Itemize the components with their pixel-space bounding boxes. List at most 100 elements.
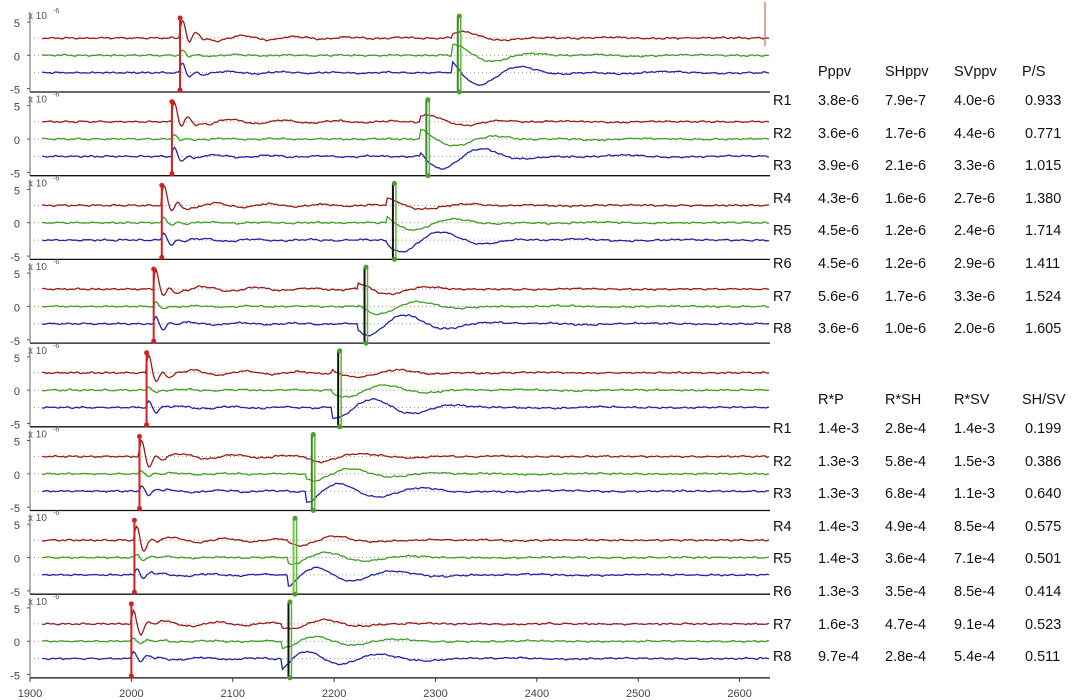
trace-red — [42, 19, 770, 44]
p-arrival-top-dot — [131, 517, 137, 523]
s-arrival-bottom-dot — [363, 340, 369, 346]
y-tick-label: -5 — [10, 503, 20, 515]
s-arrival-top-dot — [292, 515, 298, 521]
s-arrival-bottom-dot — [425, 173, 431, 179]
y-exponent-label: x 10 — [28, 430, 47, 441]
trace-blue — [42, 650, 770, 671]
y-tick-label: 5 — [14, 185, 20, 197]
trace-blue — [42, 398, 770, 420]
trace-green — [41, 635, 770, 649]
ratio-cell: 1.3e-3 — [818, 453, 860, 470]
x-tick-label: 2600 — [727, 688, 751, 700]
ratio-cell: 1.4e-3 — [954, 421, 996, 437]
ppv-cell: 1.380 — [1025, 190, 1062, 207]
p-arrival-top-dot — [144, 350, 150, 356]
p-arrival-bottom-dot — [151, 338, 157, 344]
trace-red — [42, 438, 770, 468]
ppv-table-header: Pppv SHppv SVppv P/S — [770, 64, 1090, 88]
ppv-row-label: R4 — [773, 190, 792, 207]
ppv-cell: 1.6e-6 — [885, 190, 927, 207]
p-arrival-bottom-dot — [131, 589, 137, 595]
ratio-row: R1 1.4e-3 2.8e-4 1.4e-3 0.199 — [770, 421, 1090, 445]
y-tick-label: -5 — [10, 252, 20, 264]
ppv-cell: 4.4e-6 — [954, 125, 996, 142]
ppv-header-svppv: SVppv — [954, 64, 997, 80]
trace-blue — [42, 231, 770, 253]
s-arrival-bottom-dot — [337, 424, 343, 430]
y-tick-label: 5 — [14, 353, 20, 365]
x-tick-label: 2400 — [525, 688, 549, 700]
ratio-header-rsv: R*SV — [954, 392, 990, 408]
ppv-row: R8 3.6e-6 1.0e-6 2.0e-6 1.605 — [770, 321, 1090, 345]
ppv-row-label: R7 — [773, 288, 792, 305]
ratio-cell: 1.1e-3 — [954, 486, 996, 503]
ratio-cell: 7.1e-4 — [954, 551, 996, 568]
y-exponent: -6 — [53, 427, 59, 434]
ppv-cell: 1.714 — [1025, 223, 1062, 240]
ratio-cell: 0.414 — [1025, 584, 1062, 600]
y-tick-label: -5 — [10, 168, 20, 180]
ppv-cell: 4.3e-6 — [818, 190, 860, 207]
ratio-cell: 8.5e-4 — [954, 518, 996, 535]
ppv-row: R7 5.6e-6 1.7e-6 3.3e-6 1.524 — [770, 289, 1090, 313]
ratio-cell: 0.386 — [1025, 453, 1062, 470]
y-exponent: -6 — [53, 259, 59, 266]
ppv-cell: 2.0e-6 — [954, 321, 996, 338]
y-tick-label: 0 — [14, 637, 20, 649]
p-arrival-bottom-dot — [169, 171, 175, 177]
ppv-cell: 4.5e-6 — [818, 256, 860, 272]
y-tick-label: 0 — [14, 51, 20, 63]
ratio-cell: 1.4e-3 — [818, 551, 860, 568]
panel-R6: x 10 -6 5 0 -5 — [10, 427, 770, 515]
p-arrival-bottom-dot — [177, 87, 183, 93]
panel-R8: x 10 -6 5 0 -5 — [10, 594, 770, 683]
s-arrival-bottom-dot — [391, 256, 397, 262]
ratio-row-label: R5 — [773, 551, 792, 568]
trace-green — [41, 215, 770, 231]
ppv-cell: 1.524 — [1025, 288, 1062, 305]
y-tick-label: -5 — [10, 587, 20, 599]
s-arrival-top-dot — [363, 264, 369, 270]
y-exponent-label: x 10 — [28, 11, 47, 22]
ppv-header-shppv: SHppv — [885, 64, 929, 80]
panel-R3: x 10 -6 5 0 -5 — [10, 175, 770, 264]
trace-blue — [42, 313, 770, 337]
ppv-cell: 3.8e-6 — [818, 93, 860, 109]
ratio-cell: 1.6e-3 — [818, 616, 860, 633]
y-tick-label: 5 — [14, 604, 20, 616]
ppv-cell: 2.7e-6 — [954, 190, 996, 207]
ppv-cell: 1.2e-6 — [885, 223, 927, 240]
p-arrival-top-dot — [177, 15, 183, 21]
y-tick-label: 5 — [14, 102, 20, 114]
ppv-row: R5 4.5e-6 1.2e-6 2.4e-6 1.714 — [770, 223, 1090, 247]
ratio-row: R3 1.3e-3 6.8e-4 1.1e-3 0.640 — [770, 486, 1090, 510]
p-arrival-top-dot — [151, 266, 157, 272]
ratio-cell: 4.9e-4 — [885, 518, 927, 535]
ratio-cell: 2.8e-4 — [885, 421, 927, 437]
ppv-cell: 1.7e-6 — [885, 125, 927, 142]
x-tick-label: 2300 — [423, 688, 447, 700]
y-tick-label: 0 — [14, 554, 20, 566]
trace-green — [42, 467, 770, 482]
ratio-cell: 1.4e-3 — [818, 518, 860, 535]
ppv-row: R3 3.9e-6 2.1e-6 3.3e-6 1.015 — [770, 158, 1090, 182]
ppv-row-label: R1 — [773, 93, 792, 109]
panel-R2: x 10 -6 5 0 -5 — [10, 92, 770, 180]
ppv-cell: 4.5e-6 — [818, 223, 860, 240]
p-arrival-top-dot — [136, 434, 142, 439]
ratio-cell: 9.1e-4 — [954, 616, 996, 633]
ratio-row-label: R3 — [773, 486, 792, 503]
s-arrival-bottom-dot — [292, 591, 298, 597]
trace-red — [42, 608, 770, 637]
s-arrival-bottom-dot — [310, 508, 316, 513]
trace-green — [42, 551, 770, 566]
ratio-cell: 0.575 — [1025, 518, 1062, 535]
trace-green — [41, 384, 770, 399]
ratio-row-label: R8 — [773, 649, 792, 666]
ppv-cell: 0.933 — [1025, 93, 1062, 109]
y-exponent-label: x 10 — [28, 262, 47, 273]
y-tick-label: -5 — [10, 336, 20, 348]
panel-R7: x 10 -6 5 0 -5 — [10, 510, 770, 599]
ppv-cell: 1.411 — [1025, 256, 1061, 272]
trace-red — [42, 267, 770, 297]
